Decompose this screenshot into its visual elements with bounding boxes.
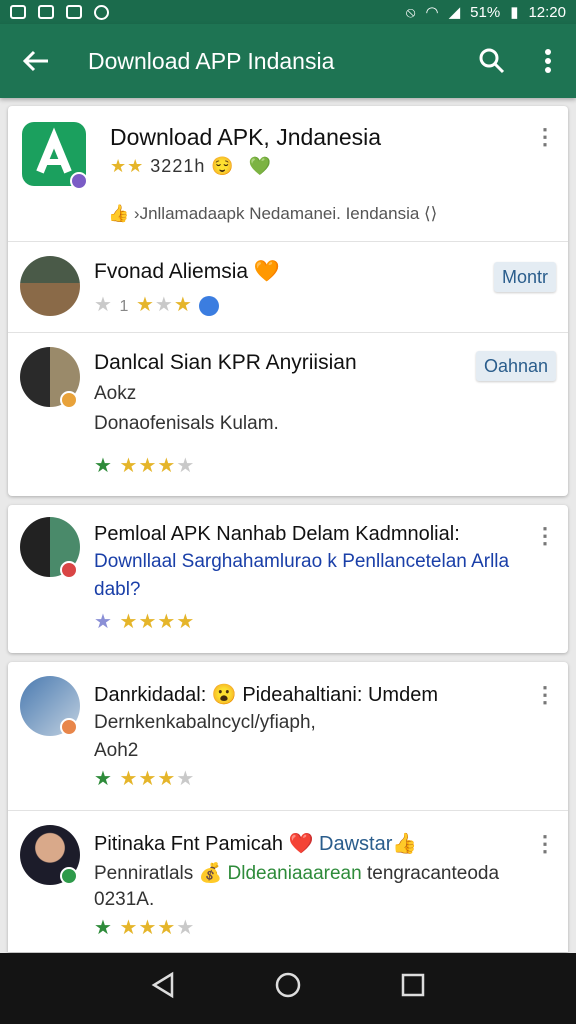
back-arrow-icon[interactable] (0, 24, 72, 98)
star-icon: ★ (157, 455, 177, 477)
item-title: Danrkidadal: 😮 Pideahaltiani: Umdem (94, 684, 438, 706)
badge-icon (60, 718, 78, 736)
star-icon: ★ (154, 294, 174, 316)
item-rating: ★ ★★★★ (94, 766, 195, 791)
more-vert-icon[interactable]: ⋮ (534, 833, 556, 855)
wifi-icon: ◠ (425, 4, 439, 21)
star-icon: ★ (138, 455, 158, 477)
clock: 12:20 (528, 3, 566, 21)
emoji: 😌 (211, 156, 235, 176)
card-main: Download APK, Jndanesia ★★ 3221h 😌 💚 ⋮ 👍… (8, 106, 568, 496)
badge-icon (60, 561, 78, 579)
star-icon: ★ (173, 294, 193, 316)
item-subtitle: Donaofenisals Kulam. (94, 413, 279, 434)
list-item[interactable]: Danlcal Sian KPR Anyriisian Aokz Donaofe… (8, 333, 568, 493)
star-icon: ★ (176, 455, 196, 477)
item-title: Danlcal Sian KPR Anyriisian (94, 351, 357, 374)
item-rating: ★ 1 ★★★ (94, 292, 220, 317)
mute-icon: ⦸ (405, 3, 416, 21)
star-icon: ★ (138, 611, 158, 633)
more-vert-icon[interactable]: ⋮ (534, 525, 556, 547)
system-nav-bar (0, 953, 576, 1024)
thumbs-up-icon: 👍 (108, 204, 130, 223)
star-icon: ★ (176, 917, 196, 939)
recents-icon[interactable] (388, 972, 438, 1005)
battery-icon: ▮ (510, 4, 519, 21)
back-icon[interactable] (138, 971, 188, 1006)
star-icon: ★ (176, 768, 196, 790)
article-title: Pemloal APK Nanhab Delam Kadmnolial: (94, 523, 460, 545)
item-rating: ★ ★★★★ (94, 453, 195, 478)
article-rating: ★ ★★★★ (94, 609, 195, 634)
compass-icon (94, 4, 109, 20)
rating-text: 3221h (150, 156, 206, 176)
featured-title: Download APK, Jndanesia (110, 124, 382, 150)
status-bar: ⦸ ◠ ◢ 51% ▮ 12:20 (0, 0, 576, 24)
oahnan-button[interactable]: Oahnan (475, 351, 556, 381)
star-icon: ★ (138, 768, 158, 790)
item-title: Pitinaka Fnt Pamicah ❤️ Dawstar👍 (94, 833, 418, 855)
star-icon: ★ (176, 611, 196, 633)
star-icon: ★ (94, 455, 113, 477)
more-vert-icon[interactable]: ⋮ (534, 126, 556, 148)
app-bar: Download APP Indansia (0, 24, 576, 98)
photo-icon (38, 4, 54, 19)
article-link[interactable]: dabl? (94, 579, 141, 601)
item-subtitle: 0231A. (94, 889, 155, 910)
item-title: Fvonad Aliemsia 🧡 (94, 260, 281, 283)
star-icon: ★ (94, 917, 113, 939)
article-link[interactable]: Downllaal Sarghahamlurao k Penllancetela… (94, 551, 509, 573)
star-icon: ★ (157, 611, 177, 633)
star-icon: ★ (110, 156, 128, 176)
featured-rating: ★★ 3221h 😌 💚 (110, 156, 272, 177)
star-icon: ★ (119, 917, 139, 939)
verified-badge-icon (70, 172, 88, 190)
montr-button[interactable]: Montr (493, 262, 556, 292)
star-icon: ★ (94, 768, 113, 790)
star-icon: ★ (157, 917, 177, 939)
star-icon: ★ (119, 611, 139, 633)
info-icon: ⟨⟩ (424, 204, 438, 223)
search-icon[interactable] (464, 24, 520, 98)
heart-icon: 💚 (248, 156, 273, 176)
gallery-icon (66, 4, 82, 19)
message-icon (10, 4, 26, 19)
thumb-house (20, 256, 80, 316)
star-icon: ★ (138, 917, 158, 939)
page-title: Download APP Indansia (88, 47, 335, 74)
card-article[interactable]: Pemloal APK Nanhab Delam Kadmnolial: Dow… (8, 505, 568, 653)
item-subtitle: Aoh2 (94, 740, 139, 761)
list-item[interactable]: Danrkidadal: 😮 Pideahaltiani: Umdem Dern… (8, 662, 568, 810)
overflow-menu-icon[interactable] (520, 24, 576, 98)
card-list: Danrkidadal: 😮 Pideahaltiani: Umdem Dern… (8, 662, 568, 952)
star-icon: ★ (135, 294, 155, 316)
home-icon[interactable] (263, 971, 313, 1006)
item-subtitle: Aokz (94, 383, 137, 404)
signal-icon: ◢ (448, 4, 461, 21)
item-subtitle: Penniratlals 💰 Dldeaniaaarean tengracant… (94, 863, 500, 884)
verified-icon (199, 295, 220, 316)
badge-icon (60, 867, 78, 885)
star-icon: ★ (94, 294, 113, 316)
rating-text: 1 (119, 298, 130, 315)
star-icon: ★ (119, 768, 139, 790)
list-item[interactable]: Pitinaka Fnt Pamicah ❤️ Dawstar👍 Pennira… (8, 811, 568, 952)
item-rating: ★ ★★★★ (94, 915, 195, 940)
star-icon: ★ (94, 611, 113, 633)
footer-text: ›Jnllamadaapk Nedamanei. Iendansia (133, 204, 420, 223)
star-icon: ★ (157, 768, 177, 790)
battery-text: 51% (470, 3, 501, 21)
more-vert-icon[interactable]: ⋮ (534, 684, 556, 706)
featured-footer: 👍 ›Jnllamadaapk Nedamanei. Iendansia ⟨⟩ (108, 204, 437, 224)
star-icon: ★ (119, 455, 139, 477)
badge-icon (60, 391, 78, 409)
star-icon: ★ (127, 156, 145, 176)
list-item[interactable]: Fvonad Aliemsia 🧡 ★ 1 ★★★ Montr (8, 242, 568, 332)
item-subtitle: Dernkenkabalncycl/yfiaph, (94, 712, 316, 733)
featured-app[interactable]: Download APK, Jndanesia ★★ 3221h 😌 💚 ⋮ 👍… (8, 106, 568, 241)
